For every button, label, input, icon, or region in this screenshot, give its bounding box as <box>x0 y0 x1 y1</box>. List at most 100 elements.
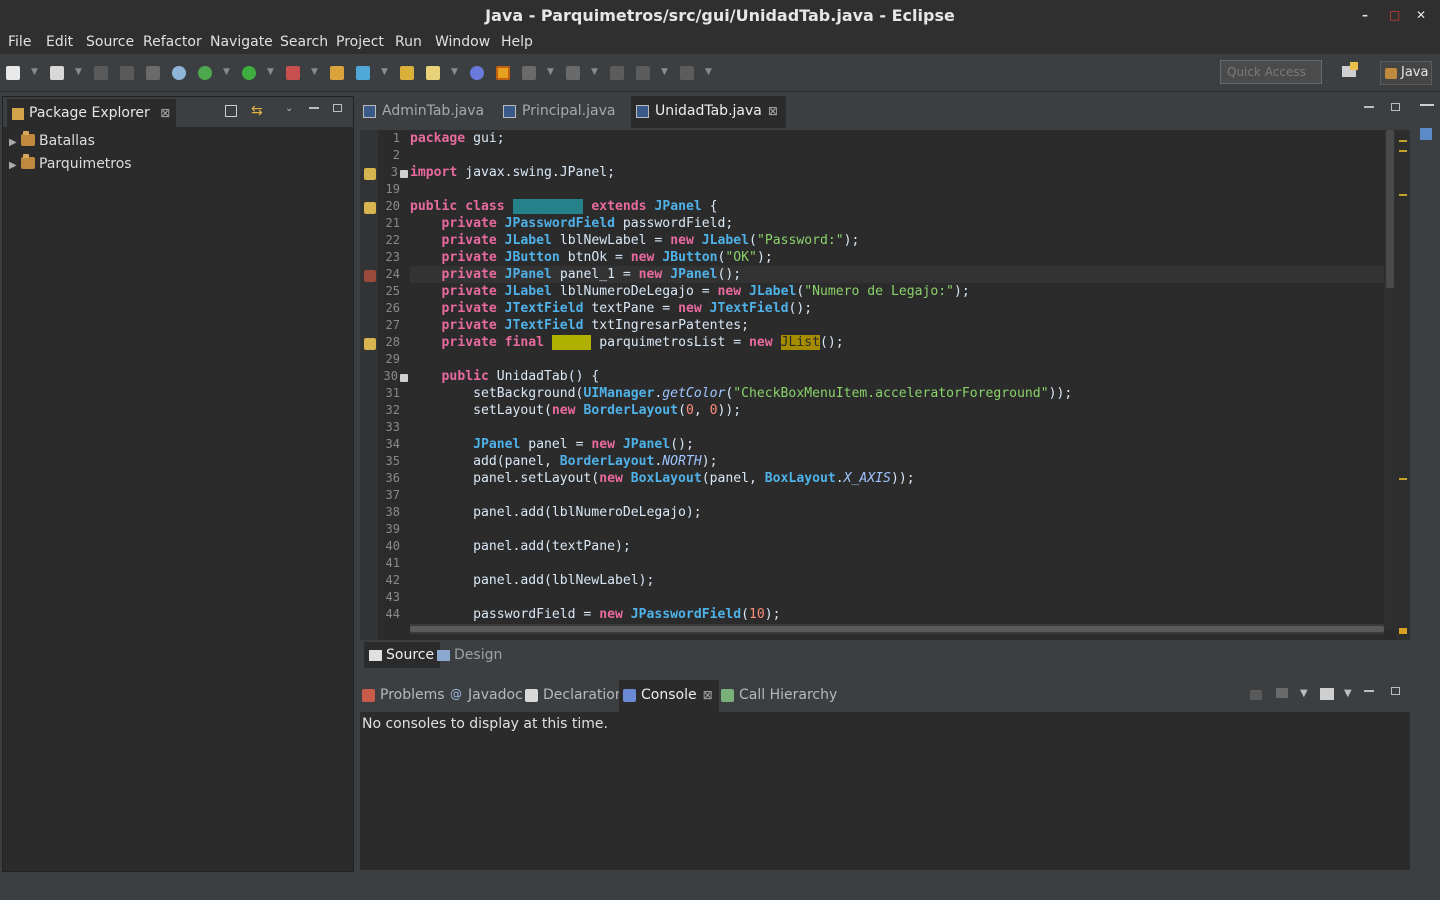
code-line[interactable]: public UnidadTab() { <box>410 368 600 385</box>
minimize-view-icon[interactable] <box>1364 106 1374 108</box>
chevron-down-icon[interactable]: ▼ <box>451 67 458 77</box>
breakpoint-icon[interactable] <box>364 270 376 282</box>
tab-admintab[interactable]: AdminTab.java <box>358 96 492 128</box>
menu-refactor[interactable]: Refactor <box>143 34 202 50</box>
minimize-button[interactable]: – <box>1362 8 1368 22</box>
code-line[interactable]: add(panel, BorderLayout.NORTH); <box>410 453 717 470</box>
code-line[interactable]: panel.add(textPane); <box>410 538 631 555</box>
open-type-icon[interactable] <box>400 66 414 80</box>
code-line[interactable]: panel.setLayout(new BoxLayout(panel, Box… <box>410 470 915 487</box>
minimize-view-icon[interactable] <box>309 107 319 109</box>
minimize-view-icon[interactable] <box>1364 690 1374 692</box>
save-icon[interactable] <box>94 66 108 80</box>
menu-window[interactable]: Window <box>435 34 490 50</box>
code-line[interactable]: panel.add(lblNewLabel); <box>410 572 654 589</box>
code-line[interactable]: private JPasswordField passwordField; <box>410 215 734 232</box>
code-line[interactable]: package gui; <box>410 130 505 147</box>
code-line[interactable]: JPanel panel = new JPanel(); <box>410 436 694 453</box>
chevron-down-icon[interactable]: ▼ <box>547 67 554 77</box>
horizontal-scrollbar[interactable] <box>410 624 1384 634</box>
chevron-down-icon[interactable]: ▼ <box>267 67 274 77</box>
code-line[interactable]: private final JList parquimetrosList = n… <box>410 334 844 351</box>
open-task-icon[interactable] <box>470 66 484 80</box>
chevron-down-icon[interactable]: ▼ <box>31 67 38 77</box>
scrollbar-thumb[interactable] <box>1386 130 1394 288</box>
toggle-mark-occurrences-icon[interactable] <box>496 66 510 80</box>
expand-arrow-icon[interactable]: ▶ <box>9 137 21 148</box>
show-whitespace-icon[interactable] <box>522 66 536 80</box>
chevron-down-icon[interactable]: ▼ <box>661 67 668 77</box>
code-line[interactable]: passwordField = new JPasswordField(10); <box>410 606 781 623</box>
status-marker[interactable] <box>1399 628 1407 634</box>
pin-console-icon[interactable] <box>1250 690 1262 700</box>
close-icon[interactable]: ⊠ <box>703 688 713 702</box>
maximize-view-icon[interactable] <box>1391 687 1400 695</box>
view-menu-icon[interactable]: ⌄ <box>285 103 293 114</box>
menu-navigate[interactable]: Navigate <box>210 34 273 50</box>
tab-source[interactable]: Source <box>364 642 441 668</box>
tab-unidadtab[interactable]: UnidadTab.java ⊠ <box>631 96 786 128</box>
chevron-down-icon[interactable]: ▼ <box>381 67 388 77</box>
warning-icon[interactable] <box>364 202 376 214</box>
vertical-scrollbar[interactable] <box>1384 130 1396 630</box>
external-tools-icon[interactable] <box>286 66 300 80</box>
code-line[interactable]: public class UnidadTab extends JPanel { <box>410 198 718 215</box>
warning-marker[interactable] <box>1399 478 1407 480</box>
menu-help[interactable]: Help <box>501 34 533 50</box>
debug-icon[interactable] <box>198 66 212 80</box>
tree-item-parquimetros[interactable]: ▶ Parquimetros <box>9 154 132 172</box>
minimize-view-icon[interactable] <box>1420 104 1434 106</box>
menu-search[interactable]: Search <box>280 34 328 50</box>
next-annotation-icon[interactable] <box>566 66 580 80</box>
code-line[interactable]: setLayout(new BorderLayout(0, 0)); <box>410 402 741 419</box>
chevron-down-icon[interactable]: ▼ <box>1344 688 1352 699</box>
open-console-icon[interactable] <box>1320 688 1334 700</box>
tab-design[interactable]: Design <box>432 642 508 668</box>
tree-item-batallas[interactable]: ▶ Batallas <box>9 131 95 149</box>
close-icon[interactable]: ⊠ <box>768 104 778 118</box>
warning-marker[interactable] <box>1399 140 1407 142</box>
chevron-down-icon[interactable]: ▼ <box>591 67 598 77</box>
skip-breakpoints-icon[interactable] <box>172 66 186 80</box>
chevron-down-icon[interactable]: ▼ <box>705 67 712 77</box>
warning-icon[interactable] <box>364 338 376 350</box>
chevron-down-icon[interactable]: ▼ <box>75 67 82 77</box>
quick-access-input[interactable]: Quick Access <box>1220 60 1322 84</box>
open-icon[interactable] <box>50 66 64 80</box>
menu-project[interactable]: Project <box>336 34 384 50</box>
code-line[interactable]: private JLabel lblNewLabel = new JLabel(… <box>410 232 860 249</box>
run-icon[interactable] <box>242 66 256 80</box>
tab-javadoc[interactable]: @ Javadoc <box>446 680 529 712</box>
display-console-icon[interactable] <box>1276 688 1288 698</box>
maximize-button[interactable]: □ <box>1389 8 1400 22</box>
warning-marker[interactable] <box>1399 150 1407 152</box>
tab-call-hierarchy[interactable]: Call Hierarchy <box>717 680 843 712</box>
print-icon[interactable] <box>146 66 160 80</box>
scrollbar-thumb[interactable] <box>410 626 1384 632</box>
close-button[interactable]: ✕ <box>1416 8 1426 22</box>
warning-marker[interactable] <box>1399 194 1407 196</box>
link-with-editor-icon[interactable]: ⇆ <box>251 103 263 119</box>
search-icon[interactable] <box>426 66 440 80</box>
menu-source[interactable]: Source <box>86 34 134 50</box>
warning-icon[interactable] <box>364 168 376 180</box>
java-perspective-button[interactable]: Java <box>1380 61 1432 85</box>
chevron-down-icon[interactable]: ▼ <box>1300 688 1308 699</box>
open-perspective-icon[interactable] <box>1340 62 1360 80</box>
menu-file[interactable]: File <box>8 34 31 50</box>
code-line[interactable]: private JTextField textPane = new JTextF… <box>410 300 813 317</box>
new-icon[interactable] <box>6 66 20 80</box>
code-line[interactable]: private JLabel lblNumeroDeLegajo = new J… <box>410 283 970 300</box>
collapse-all-icon[interactable] <box>225 105 237 117</box>
maximize-view-icon[interactable] <box>1391 103 1400 111</box>
code-line[interactable]: setBackground(UIManager.getColor("CheckB… <box>410 385 1072 402</box>
code-editor[interactable]: 1 2 3 19 20 21 22 23 24 25 26 27 28 29 3… <box>360 130 1410 640</box>
code-text[interactable]: package gui; import javax.swing.JPanel; pu… <box>410 130 1384 630</box>
new-package-icon[interactable] <box>356 66 370 80</box>
code-line[interactable]: panel.add(lblNumeroDeLegajo); <box>410 504 702 521</box>
back-icon[interactable] <box>636 66 650 80</box>
maximize-view-icon[interactable] <box>333 104 342 112</box>
code-line[interactable]: private JTextField txtIngresarPatentes; <box>410 317 749 334</box>
menu-edit[interactable]: Edit <box>46 34 73 50</box>
tab-problems[interactable]: Problems <box>358 680 451 712</box>
